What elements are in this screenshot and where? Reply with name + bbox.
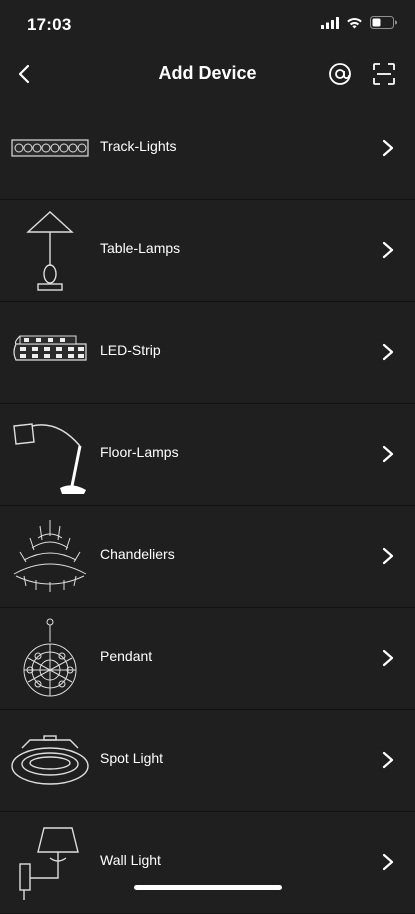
chevron-right-icon — [382, 445, 394, 463]
device-label: Pendant — [100, 648, 153, 664]
chandelier-icon — [13, 520, 87, 592]
device-label: Wall Light — [100, 852, 161, 868]
status-icons — [321, 16, 397, 29]
device-label: Track-Lights — [100, 138, 177, 154]
chevron-right-icon — [382, 547, 394, 565]
status-bar: 17:03 — [0, 0, 415, 50]
track-lights-icon — [11, 139, 89, 157]
signal-icon — [321, 16, 339, 29]
device-row-chandeliers[interactable]: Chandeliers — [0, 506, 415, 608]
device-row-table-lamps[interactable]: Table-Lamps — [0, 200, 415, 302]
device-label: LED-Strip — [100, 342, 161, 358]
pendant-icon — [23, 618, 77, 697]
home-indicator[interactable] — [134, 885, 282, 890]
chevron-right-icon — [382, 853, 394, 871]
device-row-spot-light[interactable]: Spot Light — [0, 710, 415, 812]
chevron-right-icon — [382, 649, 394, 667]
device-row-floor-lamps[interactable]: Floor-Lamps — [0, 404, 415, 506]
table-lamp-icon — [26, 211, 74, 291]
wall-light-icon — [19, 827, 79, 900]
led-strip-icon — [13, 335, 87, 361]
device-row-track-lights[interactable]: Track-Lights — [0, 98, 415, 200]
device-label: Chandeliers — [100, 546, 175, 562]
device-list: Track-Lights Table-Lamps LED-Strip Floor… — [0, 98, 415, 914]
chevron-right-icon — [382, 139, 394, 157]
device-label: Table-Lamps — [100, 240, 181, 256]
floor-lamp-icon — [13, 423, 86, 494]
scan-icon — [373, 63, 395, 85]
spot-light-icon — [11, 735, 89, 785]
device-row-pendant[interactable]: Pendant — [0, 608, 415, 710]
at-sign-icon — [329, 63, 351, 85]
device-label: Spot Light — [100, 750, 164, 766]
chevron-right-icon — [382, 751, 394, 769]
at-button[interactable] — [327, 61, 353, 87]
device-row-led-strip[interactable]: LED-Strip — [0, 302, 415, 404]
device-label: Floor-Lamps — [100, 444, 179, 460]
device-row-wall-light[interactable]: Wall Light — [0, 812, 415, 914]
nav-bar: Add Device — [0, 50, 415, 99]
status-time: 17:03 — [27, 15, 72, 34]
scan-button[interactable] — [371, 61, 397, 87]
chevron-right-icon — [382, 241, 394, 259]
chevron-right-icon — [382, 343, 394, 361]
wifi-icon — [347, 17, 362, 28]
battery-icon — [370, 16, 397, 29]
